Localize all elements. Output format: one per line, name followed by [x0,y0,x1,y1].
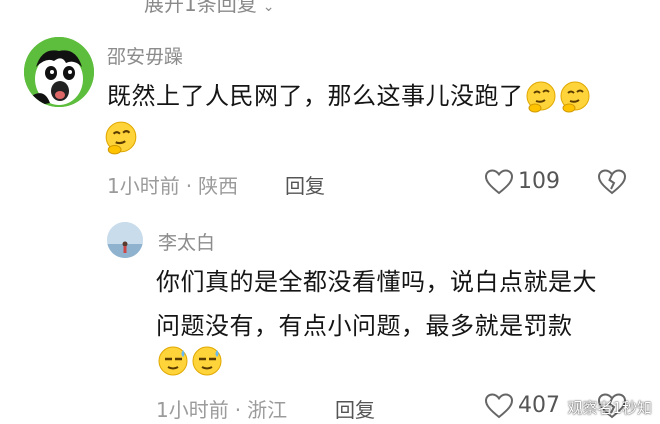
heart-icon [484,393,514,419]
comment-time: 1小时前 [156,398,229,422]
like-count: 407 [518,393,560,418]
comment-text-line: 问题没有，有点小问题，最多就是罚款 [156,312,573,340]
comment-username[interactable]: 李太白 [158,228,215,255]
broken-heart-icon [597,169,627,195]
dislike-button[interactable] [597,168,627,200]
like-button[interactable] [484,392,514,424]
expand-replies-label: 展开1条回复 [144,0,257,16]
comment-meta: 1小时前 · 浙江 [156,394,287,423]
like-count: 109 [518,169,560,194]
comment-text-line: 既然上了人民网了，那么这事儿没跑了 [107,82,524,110]
comment-location: 陕西 [198,174,239,198]
comment-meta: 1小时前 · 陕西 [107,170,238,199]
heart-icon [484,169,514,195]
beach-avatar-icon [107,222,143,258]
comment-username[interactable]: 邵安毋躁 [107,42,183,69]
comment-location: 浙江 [247,398,288,422]
expand-replies-link[interactable]: 展开1条回复 ⌄ [144,0,274,17]
sweat-smile-face-emoji-icon [190,344,224,378]
reply-button[interactable]: 回复 [285,170,325,199]
comment-time: 1小时前 [107,174,180,198]
cow-avatar-icon [24,37,94,107]
meta-separator: · [185,174,193,198]
comment-emojis [156,344,224,378]
avatar[interactable] [24,37,94,107]
thinking-face-emoji-icon [558,80,592,114]
comment-text: 既然上了人民网了，那么这事儿没跑了 [107,72,592,120]
thinking-face-emoji-icon [524,80,558,114]
chevron-down-icon: ⌄ [262,0,275,15]
watermark: 观察者1秒知 [567,399,652,417]
avatar[interactable] [107,222,143,258]
comment-text-line: 你们真的是全都没看懂吗，说白点就是大 [156,268,597,296]
meta-separator: · [234,398,242,422]
like-button[interactable] [484,168,514,196]
thinking-face-emoji-icon [103,120,139,160]
sweat-smile-face-emoji-icon [156,344,190,378]
reply-button[interactable]: 回复 [335,394,375,423]
